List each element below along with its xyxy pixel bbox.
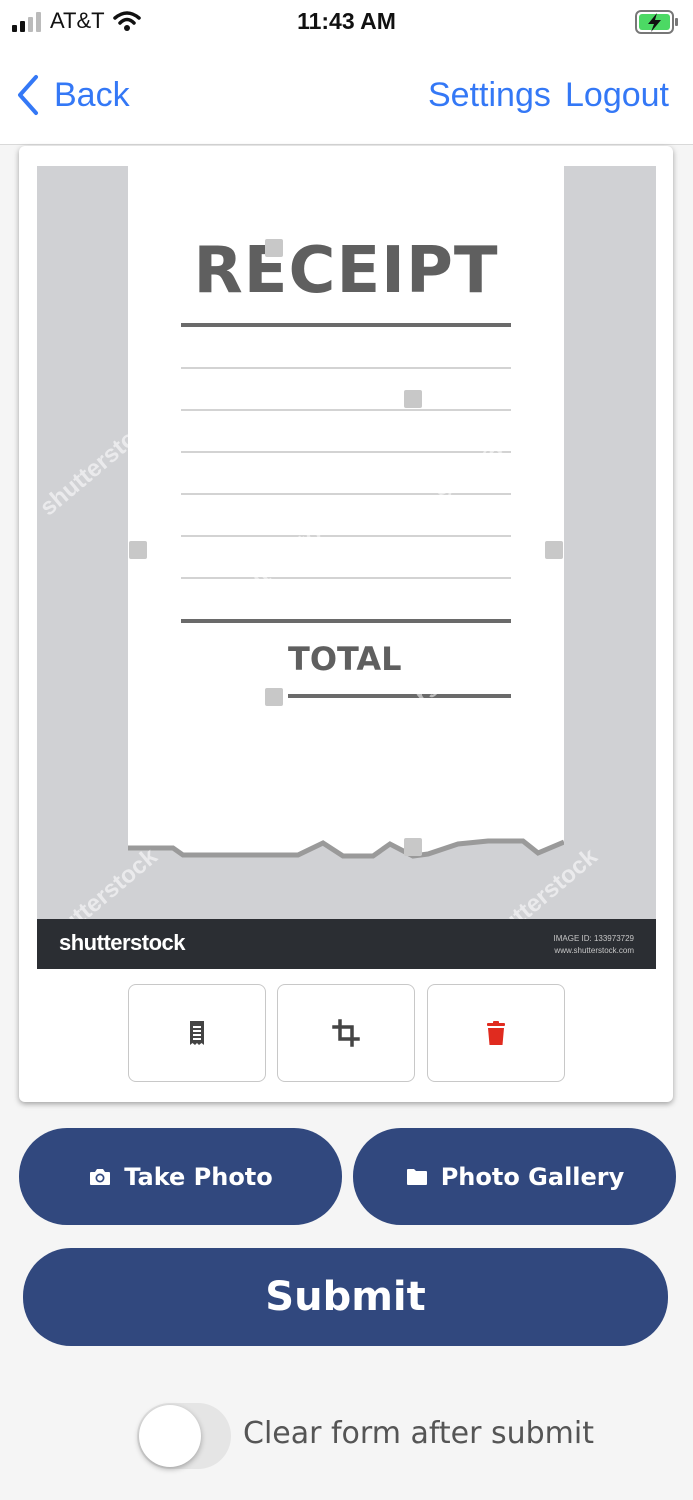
receipt-rule <box>181 619 511 623</box>
footer-brand: shutterstock <box>59 930 186 955</box>
clear-form-label: Clear form after submit <box>243 1416 594 1451</box>
torn-edge <box>128 838 564 866</box>
footer-image-id: IMAGE ID: 133973729 <box>553 934 635 943</box>
watermark-tag <box>404 838 422 856</box>
receipt-line <box>181 535 511 537</box>
back-label: Back <box>54 75 130 114</box>
photo-gallery-button[interactable]: Photo Gallery <box>353 1128 676 1225</box>
receipt-line <box>181 577 511 579</box>
submit-button[interactable]: Submit <box>23 1248 668 1346</box>
receipt-view-button[interactable] <box>128 984 266 1082</box>
image-footer: shutterstock IMAGE ID: 133973729 www.shu… <box>37 919 656 969</box>
watermark-tag <box>265 239 283 257</box>
back-button[interactable]: Back <box>16 74 130 116</box>
battery-charging-icon <box>635 10 678 34</box>
receipt-line <box>181 451 511 453</box>
receipt-card: RECEIPT TOTAL shutterstock shutterstock … <box>19 146 673 1102</box>
receipt-line <box>181 409 511 411</box>
watermark-tag <box>404 390 422 408</box>
watermark-tag <box>265 688 283 706</box>
receipt-total-label: TOTAL <box>288 640 402 678</box>
receipt-title: RECEIPT <box>193 234 499 308</box>
watermark-tag <box>129 541 147 559</box>
delete-image-button[interactable] <box>427 984 565 1082</box>
navigation-bar: Back Settings Logout <box>0 48 693 145</box>
watermark-tag <box>545 541 563 559</box>
crop-icon <box>332 1019 360 1047</box>
receipt-paper: RECEIPT TOTAL <box>128 166 564 866</box>
clock: 11:43 AM <box>297 8 396 34</box>
settings-link[interactable]: Settings <box>428 76 551 115</box>
receipt-rule <box>181 323 511 327</box>
status-bar: AT&T 11:43 AM <box>0 0 693 48</box>
clear-form-toggle[interactable] <box>137 1403 231 1469</box>
folder-icon <box>406 1168 427 1185</box>
submit-label: Submit <box>265 1274 426 1320</box>
chevron-left-icon <box>18 75 38 115</box>
receipt-line <box>181 367 511 369</box>
take-photo-button[interactable]: Take Photo <box>19 1128 342 1225</box>
take-photo-label: Take Photo <box>124 1162 273 1191</box>
footer-image-info: IMAGE ID: 133973729 www.shutterstock.com <box>554 933 635 957</box>
footer-url: www.shutterstock.com <box>554 946 634 955</box>
crop-button[interactable] <box>277 984 415 1082</box>
toggle-knob <box>139 1405 201 1467</box>
logout-link[interactable]: Logout <box>565 76 669 115</box>
trash-icon <box>487 1021 505 1045</box>
receipt-image-preview: RECEIPT TOTAL shutterstock shutterstock … <box>37 166 656 969</box>
camera-icon <box>90 1168 111 1185</box>
receipt-icon <box>190 1021 204 1045</box>
photo-gallery-label: Photo Gallery <box>440 1162 625 1191</box>
